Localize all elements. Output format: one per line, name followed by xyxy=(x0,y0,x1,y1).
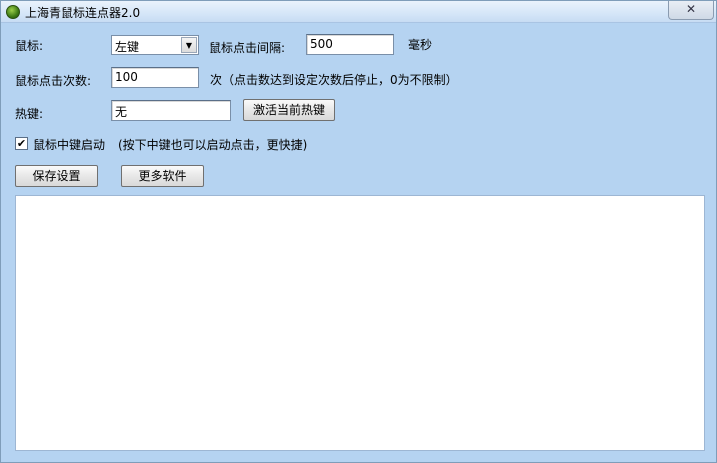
title-bar[interactable]: 上海青鼠标连点器2.0 ✕ xyxy=(1,1,716,23)
mouse-button-value: 左键 xyxy=(115,40,140,54)
click-count-input[interactable]: 100 xyxy=(111,67,199,88)
app-window: 上海青鼠标连点器2.0 ✕ 鼠标: 左键 ▼ 鼠标点击间隔: 500 毫秒 鼠标… xyxy=(0,0,717,463)
middle-click-note: (按下中键也可以启动点击，更快捷) xyxy=(118,138,308,152)
click-interval-input[interactable]: 500 xyxy=(306,34,394,55)
save-settings-button[interactable]: 保存设置 xyxy=(15,165,98,187)
window-title: 上海青鼠标连点器2.0 xyxy=(25,6,141,20)
close-button[interactable]: ✕ xyxy=(668,1,714,20)
activate-hotkey-button[interactable]: 激活当前热键 xyxy=(243,99,335,121)
close-icon: ✕ xyxy=(685,2,697,16)
mouse-button-label: 鼠标: xyxy=(15,39,44,53)
interval-unit-label: 毫秒 xyxy=(408,38,433,52)
hotkey-label: 热键: xyxy=(15,107,44,121)
middle-click-label[interactable]: 鼠标中键启动 xyxy=(33,136,105,153)
chevron-down-icon[interactable]: ▼ xyxy=(181,37,197,53)
click-count-note: 次（点击数达到设定次数后停止，0为不限制） xyxy=(210,73,458,87)
more-software-button[interactable]: 更多软件 xyxy=(121,165,204,187)
app-icon xyxy=(6,5,20,19)
mouse-button-select[interactable]: 左键 ▼ xyxy=(111,35,199,55)
log-area[interactable] xyxy=(15,195,705,451)
middle-click-checkbox[interactable]: ✔ xyxy=(15,137,28,150)
click-count-label: 鼠标点击次数: xyxy=(15,74,92,88)
hotkey-input[interactable]: 无 xyxy=(111,100,231,121)
click-interval-label: 鼠标点击间隔: xyxy=(209,41,286,55)
